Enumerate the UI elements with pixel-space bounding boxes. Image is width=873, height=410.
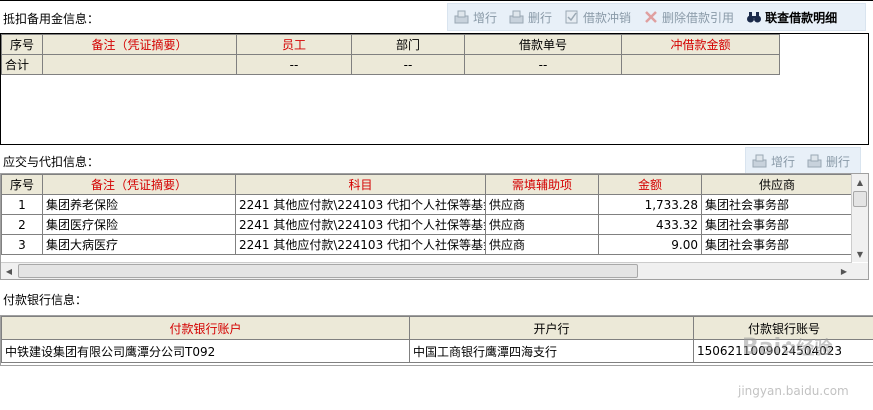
- deduction-delete-row-label: 删行: [528, 10, 553, 25]
- scroll-up-arrow-icon[interactable]: ▲: [852, 174, 868, 190]
- row-supplier[interactable]: 集团社会事务部: [701, 194, 853, 215]
- row-amount[interactable]: 1,733.28: [598, 194, 702, 215]
- deduction-add-row-button[interactable]: 增行: [448, 4, 503, 30]
- total-label: 合计: [1, 54, 43, 75]
- col-bank-account: 付款银行账户: [1, 316, 410, 340]
- delete-x-icon: [643, 10, 659, 24]
- deduction-total-row: 合计 -- -- --: [1, 54, 780, 75]
- row-seq: 2: [1, 214, 43, 235]
- row-seq: 1: [1, 194, 43, 215]
- col-opening-bank: 开户行: [409, 316, 694, 340]
- watermark-url: jingyan.baidu.com: [738, 384, 849, 398]
- add-row-icon: [752, 154, 768, 168]
- top-border: [0, 0, 873, 1]
- col-employee: 员工: [236, 34, 352, 55]
- row-aux-item[interactable]: 供应商: [485, 234, 599, 255]
- opening-bank[interactable]: 中国工商银行鹰潭四海支行: [409, 339, 694, 363]
- payable-horizontal-scrollbar[interactable]: ◀ ▶: [1, 262, 852, 279]
- payable-toolbar: 增行 删行: [745, 147, 861, 175]
- deduction-delete-row-button[interactable]: 删行: [503, 4, 558, 30]
- horizontal-scroll-thumb[interactable]: [18, 264, 638, 278]
- loan-offset-icon: [564, 10, 580, 24]
- row-supplier[interactable]: 集团社会事务部: [701, 234, 853, 255]
- baidu-watermark-logo: Bai✿经验: [742, 334, 832, 360]
- deduction-toolbar: 增行 删行 借款冲销 删除借款引用 联查借款明细: [447, 3, 866, 31]
- deduction-grid: 序号 备注（凭证摘要） 员工 部门 借款单号 冲借款金额 合计 -- -- --: [0, 33, 869, 145]
- watermark-sub: 经验: [796, 338, 833, 359]
- payable-header-row: 序号 备注（凭证摘要） 科目 需填辅助项 金额 供应商: [1, 174, 853, 195]
- payable-delete-row-label: 删行: [826, 154, 851, 169]
- table-row[interactable]: 3 集团大病医疗 2241 其他应付款\224103 代扣个人社保等基金 供应商…: [1, 234, 853, 255]
- payable-add-row-label: 增行: [771, 154, 796, 169]
- total-cell: [621, 54, 780, 75]
- col-seq: 序号: [1, 174, 43, 195]
- row-seq: 3: [1, 234, 43, 255]
- row-subject[interactable]: 2241 其他应付款\224103 代扣个人社保等基金: [235, 194, 486, 215]
- paw-icon: ✿: [781, 338, 797, 359]
- delete-loan-ref-label: 删除借款引用: [662, 10, 735, 25]
- scroll-corner: [852, 263, 868, 279]
- loan-offset-button[interactable]: 借款冲销: [558, 4, 637, 30]
- col-subject: 科目: [235, 174, 486, 195]
- payable-vertical-scrollbar[interactable]: ▲ ▼: [851, 174, 868, 262]
- delete-loan-ref-button[interactable]: 删除借款引用: [637, 4, 740, 30]
- delete-row-icon: [509, 10, 525, 24]
- payable-table: 序号 备注（凭证摘要） 科目 需填辅助项 金额 供应商 1 集团养老保险 224…: [1, 174, 853, 255]
- watermark-brand: Bai: [742, 335, 782, 360]
- deduction-add-row-label: 增行: [473, 10, 498, 25]
- deduction-header-row: 序号 备注（凭证摘要） 员工 部门 借款单号 冲借款金额: [1, 34, 780, 55]
- vertical-scroll-thumb[interactable]: [853, 191, 867, 207]
- deduction-section-title: 抵扣备用金信息：: [3, 12, 100, 26]
- bank-account-name[interactable]: 中铁建设集团有限公司鹰潭分公司T092: [1, 339, 410, 363]
- query-loan-detail-label: 联查借款明细: [765, 10, 838, 25]
- row-amount[interactable]: 433.32: [598, 214, 702, 235]
- col-offset-amount: 冲借款金额: [621, 34, 780, 55]
- add-row-icon: [454, 10, 470, 24]
- deduction-table: 序号 备注（凭证摘要） 员工 部门 借款单号 冲借款金额 合计 -- -- --: [1, 34, 780, 75]
- table-row[interactable]: 1 集团养老保险 2241 其他应付款\224103 代扣个人社保等基金 供应商…: [1, 194, 853, 215]
- row-remark[interactable]: 集团大病医疗: [42, 234, 236, 255]
- scroll-right-arrow-icon[interactable]: ▶: [836, 263, 852, 279]
- total-cell: --: [351, 54, 465, 75]
- col-loan-no: 借款单号: [464, 34, 622, 55]
- col-supplier: 供应商: [701, 174, 853, 195]
- scroll-down-arrow-icon[interactable]: ▼: [852, 246, 868, 262]
- col-remark: 备注（凭证摘要）: [42, 174, 236, 195]
- row-aux-item[interactable]: 供应商: [485, 194, 599, 215]
- binoculars-icon: [746, 10, 762, 24]
- total-cell: [42, 54, 237, 75]
- loan-offset-label: 借款冲销: [583, 10, 632, 25]
- query-loan-detail-button[interactable]: 联查借款明细: [740, 4, 843, 30]
- payable-grid: 序号 备注（凭证摘要） 科目 需填辅助项 金额 供应商 1 集团养老保险 224…: [0, 173, 869, 280]
- row-subject[interactable]: 2241 其他应付款\224103 代扣个人社保等基金: [235, 234, 486, 255]
- payable-add-row-button[interactable]: 增行: [746, 148, 801, 174]
- payable-delete-row-button[interactable]: 删行: [801, 148, 856, 174]
- row-supplier[interactable]: 集团社会事务部: [701, 214, 853, 235]
- row-remark[interactable]: 集团医疗保险: [42, 214, 236, 235]
- scroll-left-arrow-icon[interactable]: ◀: [1, 263, 17, 279]
- payable-section-title: 应交与代扣信息：: [3, 155, 100, 169]
- col-department: 部门: [351, 34, 465, 55]
- row-remark[interactable]: 集团养老保险: [42, 194, 236, 215]
- row-subject[interactable]: 2241 其他应付款\224103 代扣个人社保等基金: [235, 214, 486, 235]
- col-remark: 备注（凭证摘要）: [42, 34, 237, 55]
- total-cell: --: [236, 54, 352, 75]
- col-seq: 序号: [1, 34, 43, 55]
- total-cell: --: [464, 54, 622, 75]
- col-aux-item: 需填辅助项: [485, 174, 599, 195]
- table-row[interactable]: 2 集团医疗保险 2241 其他应付款\224103 代扣个人社保等基金 供应商…: [1, 214, 853, 235]
- bank-section-title: 付款银行信息：: [3, 293, 88, 307]
- row-amount[interactable]: 9.00: [598, 234, 702, 255]
- row-aux-item[interactable]: 供应商: [485, 214, 599, 235]
- col-amount: 金额: [598, 174, 702, 195]
- delete-row-icon: [807, 154, 823, 168]
